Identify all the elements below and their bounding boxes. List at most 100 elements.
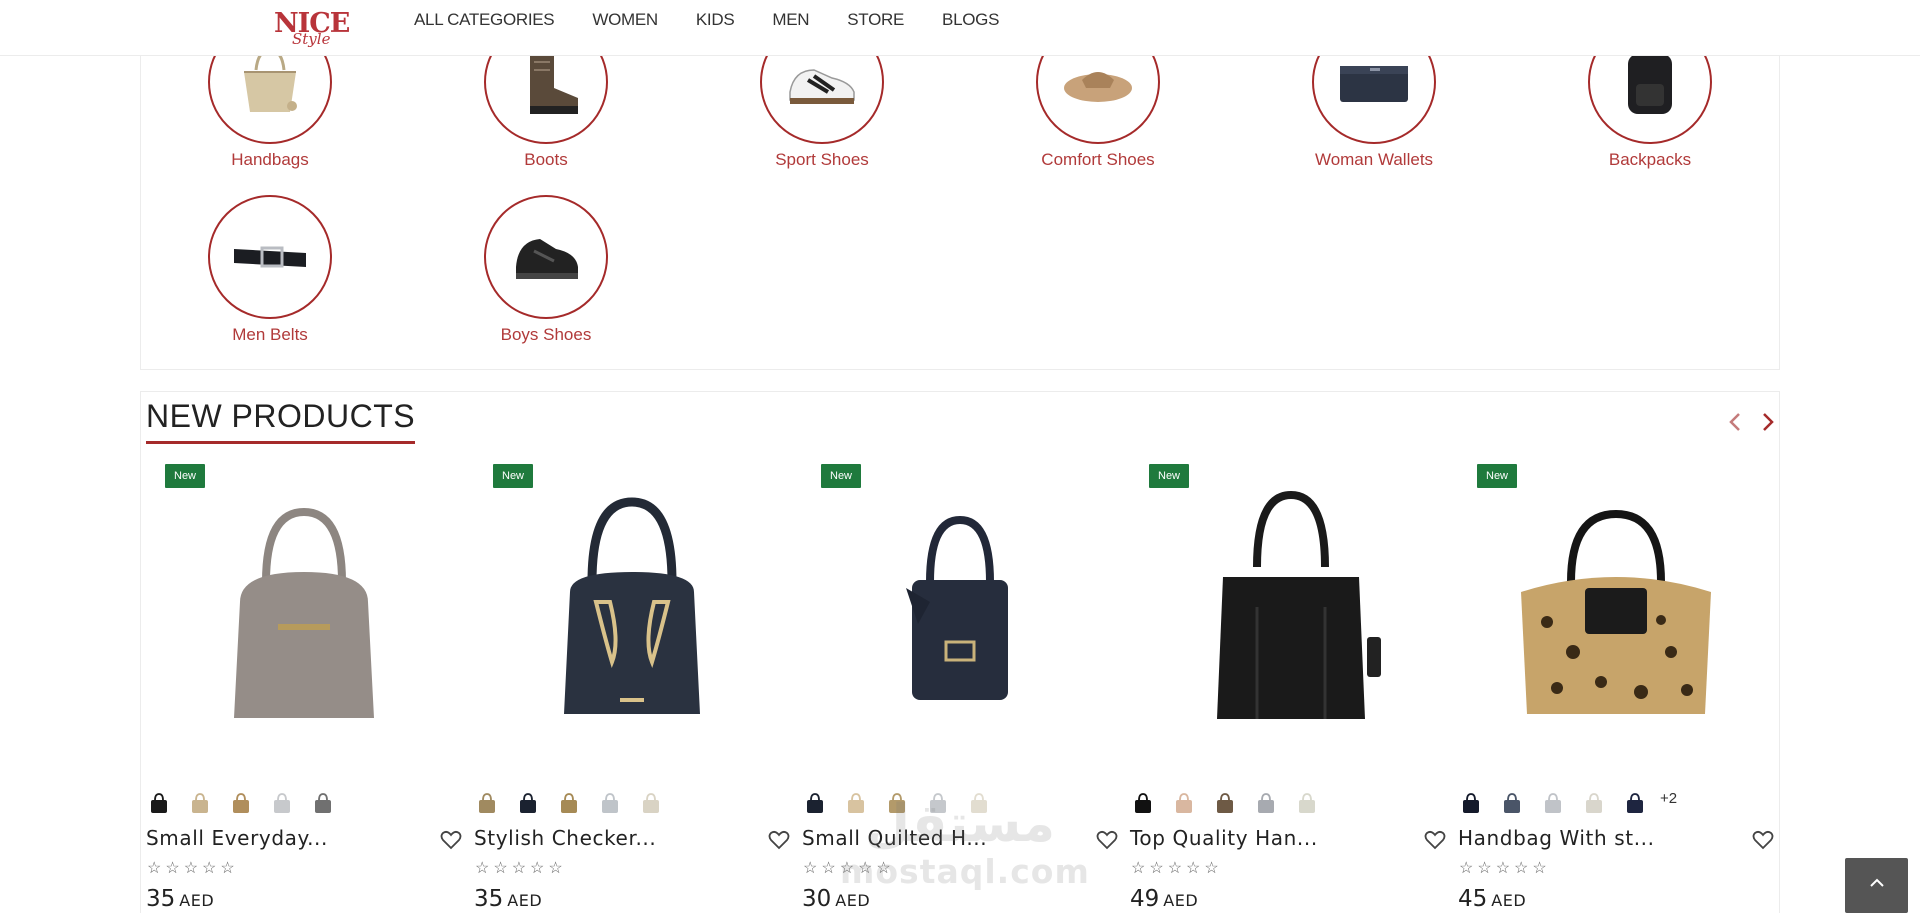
star-icon: ☆ (1167, 860, 1183, 877)
price-currency: AED (835, 891, 871, 910)
color-swatch[interactable] (639, 790, 663, 814)
price-currency: AED (179, 891, 215, 910)
color-swatch[interactable] (1623, 790, 1647, 814)
product-card[interactable]: New Small Quilted H... ☆ ☆ ☆ ☆ ☆ 30 AED (797, 452, 1118, 913)
product-image[interactable] (1163, 490, 1413, 722)
product-name[interactable]: Small Everyday... (146, 826, 328, 850)
product-name[interactable]: Top Quality Han... (1130, 826, 1318, 850)
price-currency: AED (1491, 891, 1527, 910)
product-price: 35 AED (474, 886, 542, 912)
more-colors-count[interactable]: +2 (1660, 790, 1677, 807)
product-card[interactable]: New Stylish Checker... ☆ ☆ ☆ ☆ ☆ 35 AED (469, 452, 790, 913)
color-swatch[interactable] (1295, 790, 1319, 814)
color-swatches (475, 790, 663, 814)
nav-kids[interactable]: KIDS (696, 10, 735, 30)
star-icon: ☆ (1532, 860, 1547, 877)
star-icon: ☆ (183, 860, 199, 877)
color-swatch[interactable] (885, 790, 909, 814)
color-swatch[interactable] (1172, 790, 1196, 814)
color-swatch[interactable] (147, 790, 171, 814)
color-swatches (147, 790, 335, 814)
belt-image (208, 195, 332, 319)
new-badge: New (1149, 464, 1190, 488)
product-name[interactable]: Handbag With st... (1458, 826, 1655, 850)
category-label: Sport Shoes (775, 150, 869, 169)
color-swatch[interactable] (1131, 790, 1155, 814)
rating-stars: ☆ ☆ ☆ ☆ ☆ (1459, 858, 1547, 878)
category-men-belts[interactable]: Men Belts (170, 195, 370, 345)
color-swatch[interactable] (844, 790, 868, 814)
rating-stars: ☆ ☆ ☆ ☆ ☆ (475, 858, 563, 878)
product-card[interactable]: New Small Everyday... ☆ ☆ ☆ ☆ ☆ 35 AED (141, 452, 462, 913)
nav-all-categories[interactable]: ALL CATEGORIES (414, 10, 555, 30)
color-swatch[interactable] (229, 790, 253, 814)
color-swatches (1131, 790, 1319, 814)
star-icon: ☆ (1204, 860, 1219, 877)
color-swatch[interactable] (967, 790, 991, 814)
wishlist-heart-icon[interactable] (439, 828, 463, 852)
star-icon: ☆ (530, 860, 545, 877)
product-image[interactable] (507, 492, 757, 722)
price-amount: 45 (1458, 886, 1488, 912)
category-label: Woman Wallets (1314, 150, 1434, 169)
product-image[interactable] (1491, 492, 1741, 722)
product-image[interactable] (179, 492, 429, 722)
category-label: Boots (524, 150, 568, 169)
color-swatch[interactable] (188, 790, 212, 814)
carousel-next-button[interactable] (1755, 410, 1779, 434)
wishlist-heart-icon[interactable] (767, 828, 791, 852)
nice-style-logo[interactable]: NICE Style (272, 6, 356, 52)
wishlist-heart-icon[interactable] (1751, 828, 1775, 852)
color-swatch[interactable] (1459, 790, 1483, 814)
color-swatch[interactable] (475, 790, 499, 814)
color-swatch[interactable] (1582, 790, 1606, 814)
top-navigation-bar: NICE Style ALL CATEGORIES WOMEN KIDS MEN… (0, 0, 1920, 56)
star-icon: ☆ (493, 860, 508, 877)
color-swatch[interactable] (1254, 790, 1278, 814)
nav-blogs[interactable]: BLOGS (942, 10, 999, 30)
color-swatch[interactable] (598, 790, 622, 814)
back-to-top-button[interactable] (1845, 858, 1908, 913)
color-swatch[interactable] (926, 790, 950, 814)
product-price: 45 AED (1458, 886, 1526, 912)
nav-store[interactable]: STORE (847, 10, 904, 30)
product-card[interactable]: New Top Quality Han... ☆ ☆ ☆ ☆ ☆ 49 AED (1125, 452, 1446, 913)
new-badge: New (821, 464, 862, 488)
star-icon: ☆ (220, 860, 235, 877)
product-card[interactable]: New +2 Handbag With st... ☆ ☆ ☆ ☆ ☆ 45 AED (1453, 452, 1774, 913)
nav-men[interactable]: MEN (772, 10, 809, 30)
star-icon: ☆ (858, 860, 873, 877)
main-menu: ALL CATEGORIES WOMEN KIDS MEN STORE BLOG… (414, 0, 999, 40)
product-name[interactable]: Small Quilted H... (802, 826, 987, 850)
wishlist-heart-icon[interactable] (1095, 828, 1119, 852)
nav-women[interactable]: WOMEN (592, 10, 658, 30)
color-swatch[interactable] (1500, 790, 1524, 814)
color-swatch[interactable] (1541, 790, 1565, 814)
star-icon: ☆ (202, 860, 217, 877)
star-icon: ☆ (839, 860, 855, 877)
section-title: NEW PRODUCTS (146, 398, 416, 444)
color-swatch[interactable] (557, 790, 581, 814)
product-price: 30 AED (802, 886, 870, 912)
color-swatch[interactable] (311, 790, 335, 814)
color-swatch[interactable] (803, 790, 827, 814)
product-price: 35 AED (146, 886, 214, 912)
star-icon: ☆ (1459, 860, 1474, 877)
price-amount: 30 (802, 886, 832, 912)
carousel-prev-button[interactable] (1724, 410, 1748, 434)
wishlist-heart-icon[interactable] (1423, 828, 1447, 852)
color-swatch[interactable] (516, 790, 540, 814)
price-amount: 49 (1130, 886, 1160, 912)
category-boys-shoes[interactable]: Boys Shoes (446, 195, 646, 345)
color-swatch[interactable] (1213, 790, 1237, 814)
star-icon: ☆ (876, 860, 891, 877)
kids-shoe-image (484, 195, 608, 319)
color-swatch[interactable] (270, 790, 294, 814)
star-icon: ☆ (1477, 860, 1492, 877)
product-price: 49 AED (1130, 886, 1198, 912)
product-name[interactable]: Stylish Checker... (474, 826, 656, 850)
star-icon: ☆ (821, 860, 836, 877)
star-icon: ☆ (1514, 860, 1529, 877)
product-image[interactable] (835, 492, 1085, 722)
chevron-right-icon (1763, 413, 1774, 431)
